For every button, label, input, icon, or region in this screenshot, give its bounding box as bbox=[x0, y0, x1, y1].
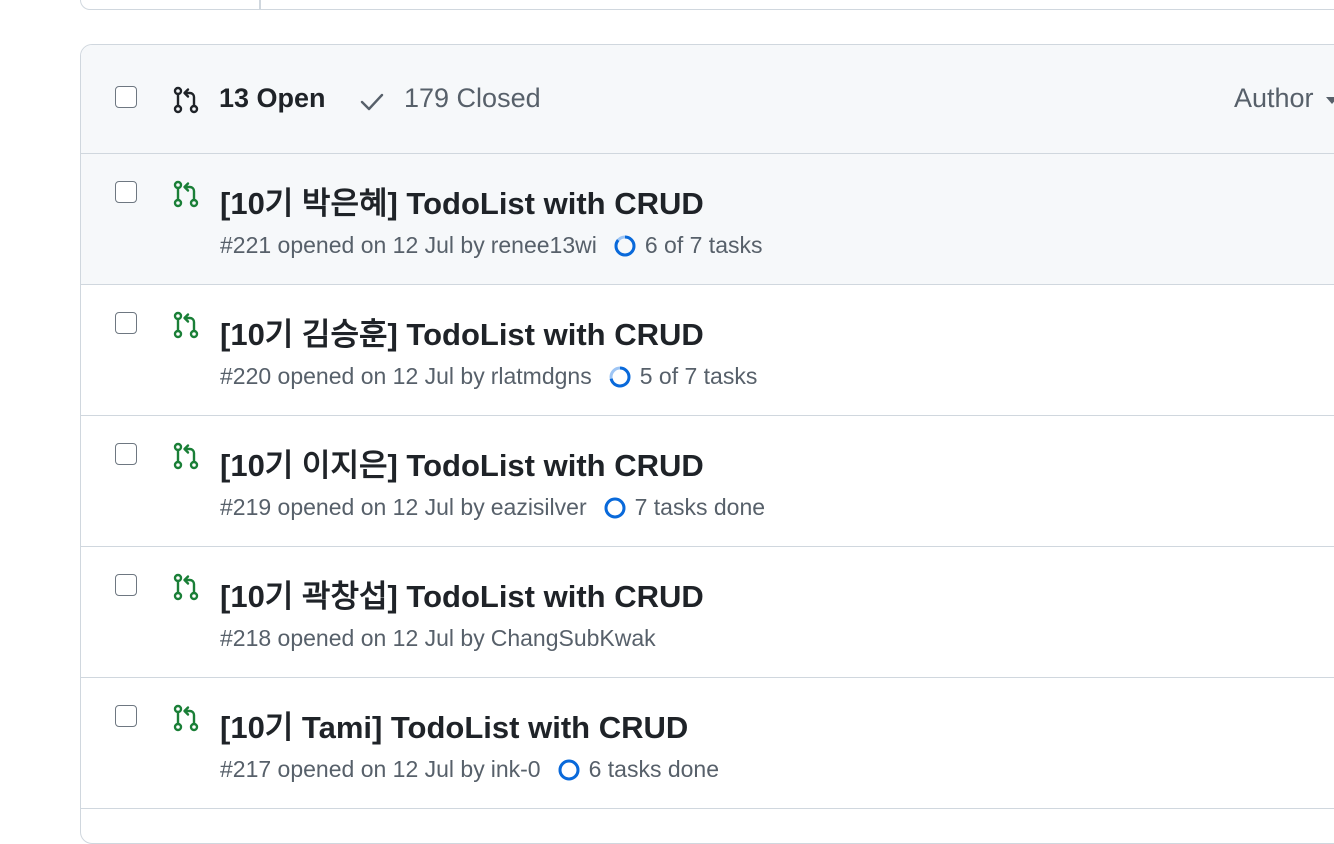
list-header: 13 Open 179 Closed Author bbox=[81, 45, 1334, 154]
pull-request-opened-info: #219 opened on 12 Jul by bbox=[220, 494, 485, 520]
closed-filter-link[interactable]: 179 Closed bbox=[404, 83, 541, 114]
pull-request-opened-info: #218 opened on 12 Jul by bbox=[220, 625, 485, 651]
task-progress[interactable]: 7 tasks done bbox=[603, 494, 765, 521]
task-progress[interactable]: 5 of 7 tasks bbox=[608, 363, 758, 390]
pull-request-rows: [10기 박은혜] TodoList with CRUD #221 opened … bbox=[81, 154, 1334, 809]
git-pull-request-open-icon bbox=[173, 704, 199, 732]
pull-request-row[interactable]: [10기 박은혜] TodoList with CRUD #221 opened … bbox=[81, 154, 1334, 285]
author-link[interactable]: ink-0 bbox=[491, 756, 541, 783]
filter-bar-remnant bbox=[80, 0, 1334, 10]
author-link[interactable]: eazisilver bbox=[491, 494, 587, 521]
pull-request-opened-info: #217 opened on 12 Jul by bbox=[220, 756, 485, 782]
progress-ring-icon bbox=[558, 759, 580, 780]
pull-request-meta: #219 opened on 12 Jul by eazisilver 7 task… bbox=[220, 494, 765, 521]
pull-request-row[interactable]: [10기 곽창섭] TodoList with CRUD #218 opened … bbox=[81, 547, 1334, 678]
pull-request-meta: #220 opened on 12 Jul by rlatmdgns 5 of 7 … bbox=[220, 363, 757, 390]
author-link[interactable]: rlatmdgns bbox=[491, 363, 592, 390]
row-select-checkbox[interactable] bbox=[115, 181, 137, 203]
filter-bar-divider bbox=[259, 0, 261, 10]
task-progress-label: 6 tasks done bbox=[588, 756, 720, 782]
pull-request-list: 13 Open 179 Closed Author [10기 박은혜] Todo… bbox=[80, 44, 1334, 844]
row-select-checkbox[interactable] bbox=[115, 574, 137, 596]
pull-request-title-link[interactable]: [10기 Tami] TodoList with CRUD bbox=[220, 702, 688, 747]
progress-ring-icon bbox=[609, 366, 631, 387]
open-filter-link[interactable]: 13 Open bbox=[219, 83, 326, 114]
git-pull-request-open-icon bbox=[173, 442, 199, 470]
git-pull-request-open-icon bbox=[173, 180, 199, 208]
git-pull-request-open-icon bbox=[173, 573, 199, 601]
select-all-checkbox[interactable] bbox=[115, 86, 137, 108]
pull-request-row[interactable]: [10기 이지은] TodoList with CRUD #219 opened … bbox=[81, 416, 1334, 547]
pull-request-row[interactable]: [10기 Tami] TodoList with CRUD #217 opened… bbox=[81, 678, 1334, 809]
pull-request-meta: #218 opened on 12 Jul by ChangSubKwak bbox=[220, 625, 656, 652]
row-select-checkbox[interactable] bbox=[115, 312, 137, 334]
pull-request-row[interactable]: [10기 김승훈] TodoList with CRUD #220 opened … bbox=[81, 285, 1334, 416]
git-pull-request-icon bbox=[173, 86, 199, 114]
pull-request-title-link[interactable]: [10기 곽창섭] TodoList with CRUD bbox=[220, 571, 704, 616]
author-link[interactable]: ChangSubKwak bbox=[491, 625, 656, 652]
author-filter-dropdown[interactable]: Author bbox=[1234, 83, 1314, 114]
pull-request-opened-info: #220 opened on 12 Jul by bbox=[220, 363, 485, 389]
task-progress-label: 6 of 7 tasks bbox=[644, 232, 763, 258]
pull-request-title-link[interactable]: [10기 이지은] TodoList with CRUD bbox=[220, 440, 704, 485]
pull-request-title-link[interactable]: [10기 김승훈] TodoList with CRUD bbox=[220, 309, 704, 354]
git-pull-request-open-icon bbox=[173, 311, 199, 339]
pull-request-meta: #217 opened on 12 Jul by ink-0 6 tasks don… bbox=[220, 756, 719, 783]
task-progress[interactable]: 6 of 7 tasks bbox=[613, 232, 763, 259]
check-icon bbox=[360, 93, 384, 111]
pull-request-title-link[interactable]: [10기 박은혜] TodoList with CRUD bbox=[220, 178, 704, 223]
triangle-down-icon bbox=[1326, 97, 1334, 104]
task-progress-label: 7 tasks done bbox=[634, 494, 766, 520]
task-progress-label: 5 of 7 tasks bbox=[639, 363, 758, 389]
pull-request-opened-info: #221 opened on 12 Jul by bbox=[220, 232, 485, 258]
progress-ring-icon bbox=[614, 235, 636, 256]
task-progress[interactable]: 6 tasks done bbox=[557, 756, 719, 783]
pull-request-meta: #221 opened on 12 Jul by renee13wi 6 of 7 … bbox=[220, 232, 763, 259]
row-select-checkbox[interactable] bbox=[115, 705, 137, 727]
author-link[interactable]: renee13wi bbox=[491, 232, 597, 259]
row-select-checkbox[interactable] bbox=[115, 443, 137, 465]
progress-ring-icon bbox=[604, 497, 626, 518]
